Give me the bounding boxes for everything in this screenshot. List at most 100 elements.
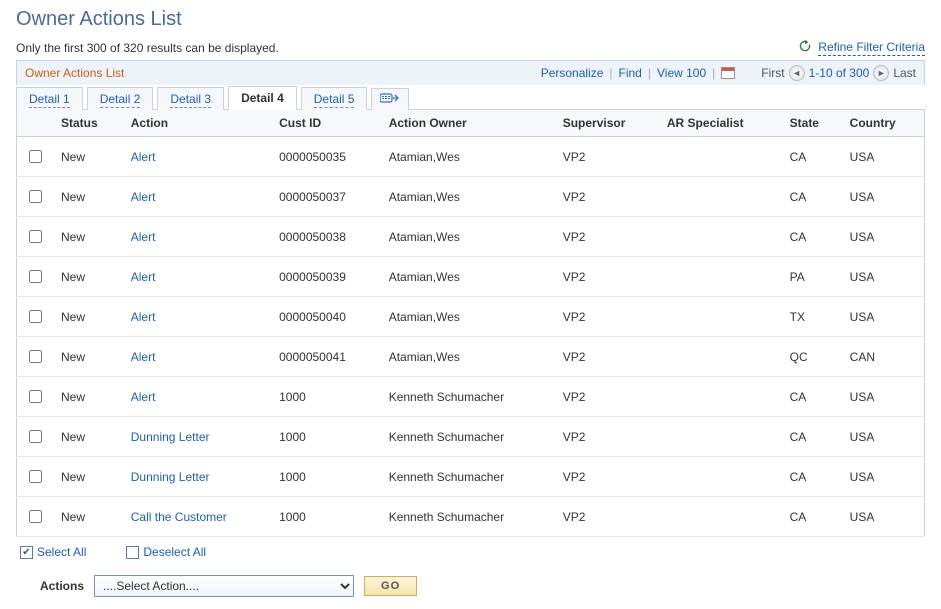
row-checkbox[interactable]	[29, 350, 42, 363]
col-action-owner[interactable]: Action Owner	[381, 110, 555, 137]
action-link[interactable]: Alert	[131, 270, 156, 284]
row-checkbox[interactable]	[29, 190, 42, 203]
cell-status: New	[53, 257, 123, 297]
tab-detail-1[interactable]: Detail 1	[16, 87, 83, 110]
table-row: New Call the Customer 1000Kenneth Schumach…	[17, 497, 925, 537]
cell-ar	[659, 497, 782, 537]
action-link[interactable]: Alert	[131, 230, 156, 244]
cell-owner: Atamian,Wes	[381, 257, 555, 297]
cell-supervisor: VP2	[555, 457, 659, 497]
view-100-link[interactable]: View 100	[657, 66, 706, 80]
col-country[interactable]: Country	[842, 110, 925, 137]
cell-status: New	[53, 457, 123, 497]
tab-detail-3[interactable]: Detail 3	[157, 87, 224, 110]
show-all-columns-icon[interactable]	[371, 88, 409, 110]
section-title: Owner Actions List	[25, 66, 124, 80]
select-all-label: Select All	[37, 545, 86, 559]
cell-supervisor: VP2	[555, 377, 659, 417]
table-row: NewDunning Letter1000Kenneth SchumacherV…	[17, 457, 925, 497]
refresh-icon[interactable]	[798, 39, 812, 56]
row-checkbox[interactable]	[29, 150, 42, 163]
cell-owner: Atamian,Wes	[381, 217, 555, 257]
cell-cust-id: 1000	[271, 417, 381, 457]
find-link[interactable]: Find	[619, 66, 642, 80]
checkbox-empty-icon	[126, 546, 139, 559]
refine-filter-link[interactable]: Refine Filter Criteria	[818, 40, 925, 56]
cell-supervisor: VP2	[555, 217, 659, 257]
col-status[interactable]: Status	[53, 110, 123, 137]
row-checkbox[interactable]	[29, 310, 42, 323]
separator: |	[712, 66, 715, 80]
cell-ar	[659, 137, 782, 177]
col-cust-id[interactable]: Cust ID	[271, 110, 381, 137]
cell-supervisor: VP2	[555, 257, 659, 297]
cell-state: CA	[782, 177, 842, 217]
action-link[interactable]: Alert	[131, 190, 156, 204]
action-link[interactable]: Call the Customer	[131, 510, 227, 524]
col-supervisor[interactable]: Supervisor	[555, 110, 659, 137]
download-icon[interactable]	[721, 67, 735, 79]
nav-next-icon[interactable]: ►	[873, 65, 889, 81]
cell-state: CA	[782, 497, 842, 537]
cell-supervisor: VP2	[555, 417, 659, 457]
cell-status: New	[53, 177, 123, 217]
cell-supervisor: VP2	[555, 137, 659, 177]
action-link[interactable]: Alert	[131, 390, 156, 404]
cell-status: New	[53, 337, 123, 377]
cell-cust-id: 0000050035	[271, 137, 381, 177]
cell-owner: Kenneth Schumacher	[381, 497, 555, 537]
cell-status: New	[53, 217, 123, 257]
personalize-link[interactable]: Personalize	[541, 66, 604, 80]
cell-owner: Atamian,Wes	[381, 137, 555, 177]
cell-owner: Atamian,Wes	[381, 337, 555, 377]
page-title: Owner Actions List	[16, 8, 925, 31]
action-link[interactable]: Dunning Letter	[131, 430, 210, 444]
action-link[interactable]: Alert	[131, 350, 156, 364]
cell-owner: Kenneth Schumacher	[381, 457, 555, 497]
cell-status: New	[53, 417, 123, 457]
table-row: NewAlert1000Kenneth SchumacherVP2CAUSA	[17, 377, 925, 417]
nav-first-label[interactable]: First	[761, 66, 784, 80]
tab-detail-4[interactable]: Detail 4	[228, 86, 297, 110]
cell-ar	[659, 377, 782, 417]
action-link[interactable]: Alert	[131, 310, 156, 324]
actions-select[interactable]: ....Select Action....	[94, 575, 354, 597]
row-checkbox[interactable]	[29, 470, 42, 483]
action-link[interactable]: Alert	[131, 150, 156, 164]
col-ar-specialist[interactable]: AR Specialist	[659, 110, 782, 137]
cell-state: CA	[782, 417, 842, 457]
cell-status: New	[53, 297, 123, 337]
cell-cust-id: 1000	[271, 377, 381, 417]
cell-state: CA	[782, 377, 842, 417]
cell-country: USA	[842, 417, 925, 457]
action-link[interactable]: Dunning Letter	[131, 470, 210, 484]
table-row: NewAlert0000050039Atamian,WesVP2PAUSA	[17, 257, 925, 297]
col-action[interactable]: Action	[123, 110, 271, 137]
cell-state: CA	[782, 137, 842, 177]
nav-last-label[interactable]: Last	[893, 66, 916, 80]
select-all-link[interactable]: ✔ Select All	[20, 545, 86, 559]
row-checkbox[interactable]	[29, 230, 42, 243]
cell-status: New	[53, 497, 123, 537]
row-checkbox[interactable]	[29, 270, 42, 283]
go-button[interactable]: GO	[364, 576, 417, 596]
row-checkbox[interactable]	[29, 390, 42, 403]
col-select	[17, 110, 54, 137]
cell-state: CA	[782, 217, 842, 257]
tab-detail-2[interactable]: Detail 2	[87, 87, 154, 110]
cell-country: USA	[842, 377, 925, 417]
cell-cust-id: 1000	[271, 497, 381, 537]
tab-bar: Detail 1 Detail 2 Detail 3 Detail 4 Deta…	[16, 85, 925, 110]
tab-detail-5[interactable]: Detail 5	[301, 87, 368, 110]
cell-ar	[659, 257, 782, 297]
cell-cust-id: 0000050041	[271, 337, 381, 377]
cell-ar	[659, 217, 782, 257]
row-checkbox[interactable]	[29, 430, 42, 443]
tab-label: Detail 5	[314, 92, 355, 108]
row-checkbox[interactable]	[29, 510, 42, 523]
col-state[interactable]: State	[782, 110, 842, 137]
cell-status: New	[53, 377, 123, 417]
deselect-all-link[interactable]: Deselect All	[126, 545, 206, 559]
tab-label: Detail 2	[100, 92, 141, 108]
nav-prev-icon[interactable]: ◄	[789, 65, 805, 81]
